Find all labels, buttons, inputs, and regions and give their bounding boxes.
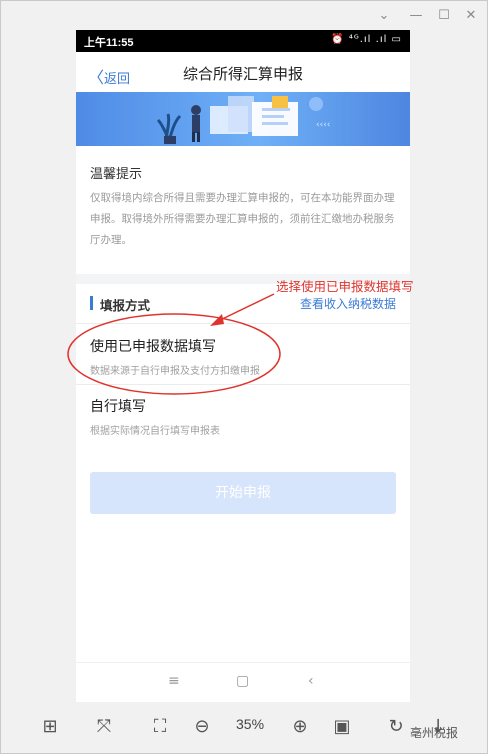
zoom-out-icon[interactable]: ⊖	[187, 712, 217, 742]
annotation-text: 选择使用已申报数据填写	[276, 279, 414, 294]
annotation-overlay	[67, 293, 281, 395]
thumbnails-icon[interactable]: ⊞	[35, 712, 65, 742]
actual-size-icon[interactable]: ▣	[327, 712, 357, 742]
rotate-icon[interactable]: ↻	[381, 712, 411, 742]
annotation-ellipse	[67, 313, 281, 395]
fit-page-icon[interactable]: ⛶	[145, 712, 175, 742]
watermark: 亳州税报	[410, 726, 459, 740]
annotation-arrow-line	[215, 293, 275, 323]
fit-width-icon[interactable]: ⤧	[89, 712, 119, 742]
zoom-in-icon[interactable]: ⊕	[285, 712, 315, 742]
zoom-level: 35%	[236, 716, 265, 732]
